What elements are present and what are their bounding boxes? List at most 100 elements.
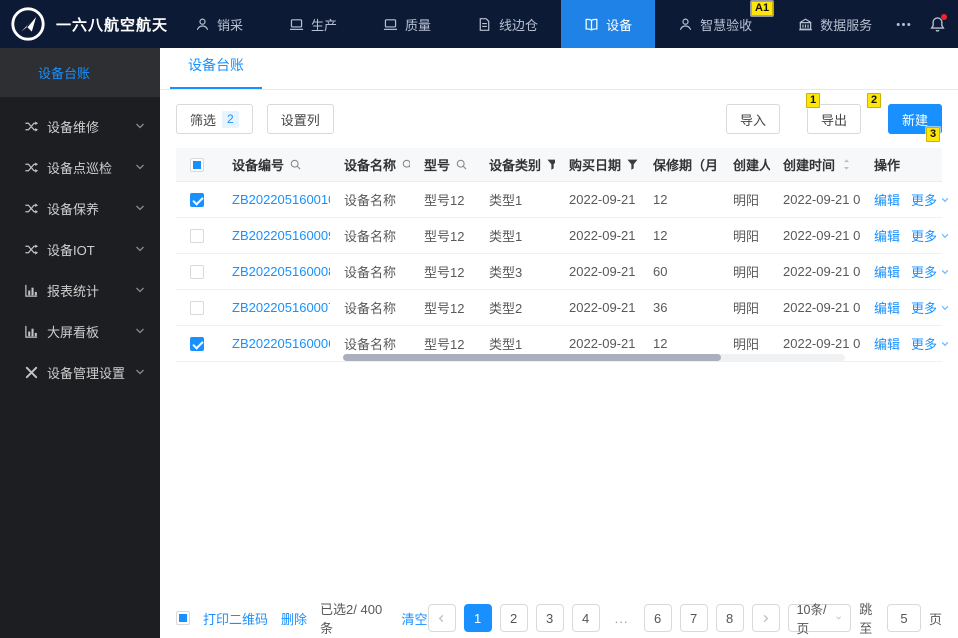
- page-button-1[interactable]: 1: [463, 604, 492, 632]
- page-button-8[interactable]: 8: [715, 604, 744, 632]
- sidebar-item-equipment-settings[interactable]: 设备管理设置: [0, 352, 160, 392]
- jump-page-input[interactable]: [886, 604, 921, 632]
- more-dropdown[interactable]: 更多: [911, 334, 950, 353]
- filter-icon[interactable]: [546, 158, 555, 171]
- nav-item-production[interactable]: 生产: [266, 0, 360, 48]
- column-header-model: 型号: [424, 158, 451, 173]
- ellipsis-icon: [896, 22, 911, 26]
- sidebar-item-dashboard-screen[interactable]: 大屏看板: [0, 311, 160, 351]
- sort-icon[interactable]: [840, 158, 853, 171]
- row-checkbox[interactable]: [190, 192, 204, 207]
- row-checkbox[interactable]: [190, 228, 204, 243]
- page-button-3[interactable]: 3: [535, 604, 564, 632]
- selected-count-text: 已选2/ 400 条: [320, 602, 383, 636]
- sidebar-item-report-statistics[interactable]: 报表统计: [0, 270, 160, 310]
- set-columns-button[interactable]: 设置列: [266, 104, 334, 134]
- tab-equipment-ledger[interactable]: 设备台账: [170, 44, 262, 89]
- som-marker-create: 3: [926, 127, 941, 142]
- more-dropdown[interactable]: 更多: [911, 262, 950, 281]
- sidebar-item-label: 大屏看板: [47, 324, 100, 340]
- import-label: 导入: [739, 112, 766, 128]
- search-icon[interactable]: [401, 158, 410, 171]
- filter-button[interactable]: 筛选 2: [176, 104, 253, 134]
- equipment-name: 设备名称: [344, 265, 397, 280]
- horizontal-scrollbar[interactable]: [343, 354, 845, 361]
- sidebar-item-equipment-inspection[interactable]: 设备点巡检: [0, 147, 160, 187]
- filter-count-badge: 2: [222, 110, 239, 128]
- page-button-7[interactable]: 7: [679, 604, 708, 632]
- navbar-right: 吴东阳 退出: [895, 0, 958, 53]
- row-checkbox[interactable]: [190, 336, 204, 351]
- sidebar-item-equipment-repair[interactable]: 设备维修: [0, 106, 160, 146]
- row-checkbox[interactable]: [190, 300, 204, 315]
- equipment-name: 设备名称: [344, 193, 397, 208]
- export-button[interactable]: 导出: [806, 104, 861, 134]
- sidebar-item-equipment-iot[interactable]: 设备IOT: [0, 229, 160, 269]
- column-header-code: 设备编号: [232, 158, 285, 173]
- table-footer: 打印二维码 删除 已选2/ 400 条 清空 1 2 3 4 ... 6 7 8…: [160, 598, 958, 638]
- bar-chart-icon: [25, 284, 38, 297]
- equipment-model: 型号12: [424, 301, 465, 316]
- edit-link[interactable]: 编辑: [874, 190, 900, 209]
- equipment-code-link[interactable]: ZB202205160008: [232, 264, 330, 279]
- more-dropdown[interactable]: 更多: [911, 190, 950, 209]
- equipment-category: 类型1: [489, 193, 523, 208]
- page-ellipsis[interactable]: ...: [607, 604, 636, 632]
- search-icon[interactable]: [455, 158, 468, 171]
- nav-item-equipment[interactable]: 设备: [561, 0, 656, 48]
- created-at: 2022-09-21 0: [783, 264, 860, 279]
- page-button-4[interactable]: 4: [571, 604, 600, 632]
- select-all-checkbox[interactable]: [190, 157, 204, 172]
- page-button-6[interactable]: 6: [643, 604, 672, 632]
- more-label: 更多: [911, 265, 938, 280]
- equipment-category: 类型2: [489, 301, 523, 316]
- nav-label: 线边仓: [499, 17, 539, 33]
- equipment-code-link[interactable]: ZB202205160009: [232, 228, 330, 243]
- sidebar-item-label: 设备台账: [38, 66, 91, 81]
- edit-link[interactable]: 编辑: [874, 334, 900, 353]
- nav-item-quality[interactable]: 质量: [360, 0, 454, 48]
- edit-link[interactable]: 编辑: [874, 226, 900, 245]
- nav-label: 质量: [405, 17, 432, 33]
- equipment-model: 型号12: [424, 193, 465, 208]
- prev-page-button[interactable]: [427, 604, 456, 632]
- more-dropdown[interactable]: 更多: [911, 298, 950, 317]
- delete-button[interactable]: 删除: [281, 609, 307, 628]
- warranty-months: 12: [653, 336, 668, 351]
- import-button[interactable]: 导入: [725, 104, 780, 134]
- row-checkbox[interactable]: [190, 264, 204, 279]
- page-size-select[interactable]: 10条/页: [787, 603, 852, 636]
- edit-link[interactable]: 编辑: [874, 298, 900, 317]
- bar-chart-icon: [25, 325, 38, 338]
- more-dropdown[interactable]: 更多: [911, 226, 950, 245]
- more-label: 更多: [911, 229, 938, 244]
- page-button-2[interactable]: 2: [499, 604, 528, 632]
- warranty-months: 60: [653, 264, 668, 279]
- nav-item-line-warehouse[interactable]: 线边仓: [454, 0, 561, 48]
- created-at: 2022-09-21 0: [783, 228, 860, 243]
- nav-item-data-service[interactable]: 数据服务: [775, 0, 895, 48]
- more-menu-button[interactable]: [895, 16, 912, 33]
- next-page-button[interactable]: [751, 604, 780, 632]
- sidebar-item-label: 报表统计: [47, 283, 100, 299]
- filter-icon[interactable]: [626, 158, 639, 171]
- equipment-code-link[interactable]: ZB202205160006: [232, 336, 330, 351]
- sidebar-item-equipment-maintenance[interactable]: 设备保养: [0, 188, 160, 228]
- sidebar-item-equipment-ledger[interactable]: 设备台账: [0, 48, 160, 97]
- created-at: 2022-09-21 0: [783, 336, 860, 351]
- clear-selection-button[interactable]: 清空: [402, 609, 428, 628]
- equipment-code-link[interactable]: ZB202205160010: [232, 192, 330, 207]
- equipment-code-link[interactable]: ZB202205160007: [232, 300, 330, 315]
- footer-select-all-checkbox[interactable]: [176, 611, 190, 625]
- search-icon[interactable]: [289, 158, 302, 171]
- nav-item-sales[interactable]: 销采: [172, 0, 266, 48]
- print-qrcode-button[interactable]: 打印二维码: [203, 609, 268, 628]
- notification-bell-button[interactable]: [929, 13, 948, 33]
- scrollbar-thumb[interactable]: [343, 354, 721, 361]
- edit-link[interactable]: 编辑: [874, 262, 900, 281]
- chevron-down-icon: [136, 287, 144, 293]
- nav-label: 智慧验收: [700, 17, 753, 33]
- more-label: 更多: [911, 193, 938, 208]
- column-header-creator: 创建人: [733, 158, 770, 173]
- warranty-months: 36: [653, 300, 668, 315]
